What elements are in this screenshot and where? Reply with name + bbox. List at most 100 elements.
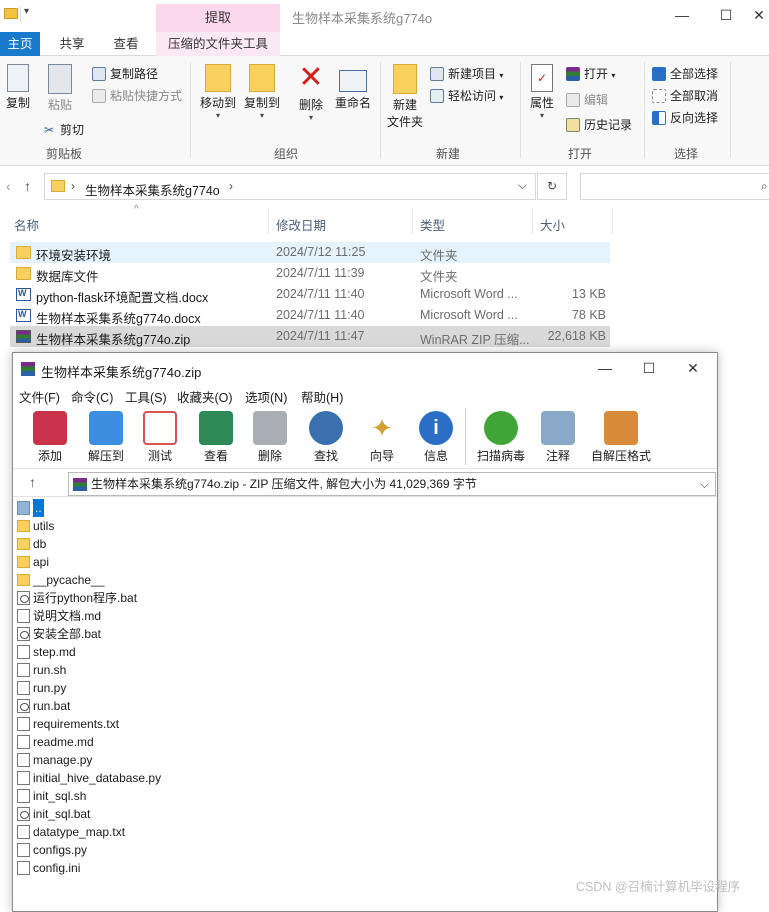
new-folder-label-line2: 文件夹 (386, 115, 423, 129)
breadcrumb[interactable]: 生物样本采集系统g774o (85, 180, 220, 199)
file-size: 13 KB (571, 287, 606, 301)
entry-name: utils (33, 519, 55, 533)
chevron-down-icon: ▾ (499, 93, 504, 102)
maximize-button[interactable]: ☐ (629, 357, 669, 381)
move-to-button[interactable]: 移动到 ▾ (198, 64, 238, 120)
entry-name: configs.py (33, 843, 88, 857)
invert-selection-button[interactable]: 反向选择 (652, 109, 718, 126)
tab-compressed-folder-tools[interactable]: 压缩的文件夹工具 (156, 32, 280, 56)
edit-button[interactable]: 编辑 (566, 91, 608, 108)
column-size[interactable]: 大小 (540, 215, 565, 234)
chevron-down-icon[interactable]: ⌵ (700, 473, 709, 495)
column-date[interactable]: 修改日期 (276, 215, 326, 234)
maximize-button[interactable]: ☐ (706, 4, 746, 28)
chevron-down-icon[interactable]: ⌵ (518, 178, 527, 193)
extract-to-button[interactable]: 解压到 (81, 411, 131, 464)
tab-view[interactable]: 查看 (106, 32, 146, 56)
search-input[interactable]: ⌕ (580, 173, 769, 200)
virus-scan-icon (484, 411, 518, 445)
view-button[interactable]: 查看 (191, 411, 241, 464)
tab-home[interactable]: 主页 (0, 32, 40, 56)
delete-label: 删除 (298, 98, 323, 112)
close-button[interactable]: ✕ (748, 4, 769, 28)
folder-icon (16, 246, 31, 259)
menu-file[interactable]: 文件(F) (19, 387, 60, 406)
menu-commands[interactable]: 命令(C) (71, 387, 113, 406)
add-button[interactable]: 添加 (25, 411, 75, 464)
divider[interactable] (532, 208, 533, 234)
close-button[interactable]: ✕ (673, 357, 713, 381)
copy-label: 复制 (5, 96, 30, 110)
address-bar[interactable]: › 生物样本采集系统g774o › ⌵ (44, 173, 536, 200)
divider (465, 409, 466, 465)
paste-button[interactable]: 粘贴 (42, 64, 78, 113)
delete-button[interactable]: ✕ 删除 ▾ (294, 63, 328, 123)
file-row[interactable]: python-flask环境配置文档.docx 2024/7/11 11:40 … (10, 284, 610, 305)
chevron-down-icon: ▾ (308, 113, 313, 122)
minimize-button[interactable]: — (585, 357, 625, 381)
entry-name: __pycache__ (33, 573, 105, 587)
info-icon: i (419, 411, 453, 445)
copy-button[interactable]: 复制 (2, 64, 34, 111)
file-type: 文件夹 (420, 270, 458, 284)
file-row[interactable]: 生物样本采集系统g774o.docx 2024/7/11 11:40 Micro… (10, 305, 610, 326)
select-none-button[interactable]: 全部取消 (652, 87, 718, 104)
up-arrow-icon[interactable]: ↑ (29, 474, 36, 490)
comment-button[interactable]: 注释 (533, 411, 583, 464)
winrar-toolbar: 添加 解压到 测试 查看 删除 查找 ✦ 向导 i 信息 扫描病毒 注释 自解压… (13, 405, 717, 469)
context-tab-extract[interactable]: 提取 (156, 4, 280, 32)
divider[interactable] (612, 208, 613, 234)
file-name: python-flask环境配置文档.docx (36, 291, 209, 305)
quick-access-dropdown-icon[interactable]: ▾ (24, 6, 29, 17)
column-type[interactable]: 类型 (420, 215, 445, 234)
file-row[interactable]: 生物样本采集系统g774o.zip 2024/7/11 11:47 WinRAR… (10, 326, 610, 347)
document-icon (17, 843, 30, 857)
archive-path-field[interactable]: 生物样本采集系统g774o.zip - ZIP 压缩文件, 解包大小为 41,0… (68, 472, 716, 496)
test-button[interactable]: 测试 (135, 411, 185, 464)
wizard-button[interactable]: ✦ 向导 (357, 411, 407, 464)
copy-to-button[interactable]: 复制到 ▾ (242, 64, 282, 120)
easy-access-label: 轻松访问 (448, 89, 497, 103)
properties-button[interactable]: ✓ 属性 ▾ (526, 64, 558, 120)
history-button[interactable]: 历史记录 (566, 116, 632, 133)
file-row[interactable]: 数据库文件 2024/7/11 11:39 文件夹 (10, 263, 610, 284)
breadcrumb-chevron-icon[interactable]: › (229, 179, 233, 193)
delete-archive-button[interactable]: 删除 (245, 411, 295, 464)
back-arrow-icon[interactable]: ‹ (6, 178, 11, 194)
file-row[interactable]: 环境安装环境 2024/7/12 11:25 文件夹 (10, 242, 610, 263)
sfx-button[interactable]: 自解压格式 (589, 411, 653, 464)
up-arrow-icon[interactable]: ↑ (24, 178, 31, 194)
divider[interactable] (412, 208, 413, 234)
find-button[interactable]: 查找 (301, 411, 351, 464)
copy-to-folder-icon (249, 64, 275, 92)
column-name[interactable]: 名称 (14, 215, 39, 234)
folder-icon[interactable] (4, 8, 18, 19)
select-none-icon (652, 89, 666, 103)
select-all-button[interactable]: 全部选择 (652, 65, 718, 82)
word-icon (16, 288, 31, 301)
explorer-title-bar: ▾ 提取 生物样本采集系统g774o — ☐ ✕ (0, 0, 769, 32)
info-button[interactable]: i 信息 (411, 411, 461, 464)
new-folder-button[interactable]: 新建 文件夹 (384, 64, 426, 130)
tab-share[interactable]: 共享 (52, 32, 92, 56)
open-button[interactable]: 打开 ▾ (566, 65, 615, 82)
folder-icon (17, 556, 30, 568)
cut-button[interactable]: ✂ 剪切 (44, 121, 84, 138)
comment-label: 注释 (545, 449, 570, 463)
menu-help[interactable]: 帮助(H) (301, 387, 343, 406)
scan-virus-button[interactable]: 扫描病毒 (475, 411, 527, 464)
rename-button[interactable]: 重命名 (332, 64, 374, 111)
minimize-button[interactable]: — (662, 4, 702, 28)
menu-options[interactable]: 选项(N) (245, 387, 287, 406)
refresh-button[interactable]: ↻ (537, 173, 567, 200)
easy-access-button[interactable]: 轻松访问 ▾ (430, 87, 503, 104)
history-icon (566, 118, 580, 132)
copy-path-button[interactable]: 复制路径 (92, 65, 158, 82)
divider[interactable] (268, 208, 269, 234)
paste-shortcut-button[interactable]: 粘贴快捷方式 (92, 87, 182, 104)
document-icon (17, 771, 30, 785)
select-group-label: 选择 (674, 147, 699, 161)
new-item-button[interactable]: 新建项目 ▾ (430, 65, 503, 82)
menu-tools[interactable]: 工具(S) (125, 387, 167, 406)
menu-favorites[interactable]: 收藏夹(O) (177, 387, 233, 406)
